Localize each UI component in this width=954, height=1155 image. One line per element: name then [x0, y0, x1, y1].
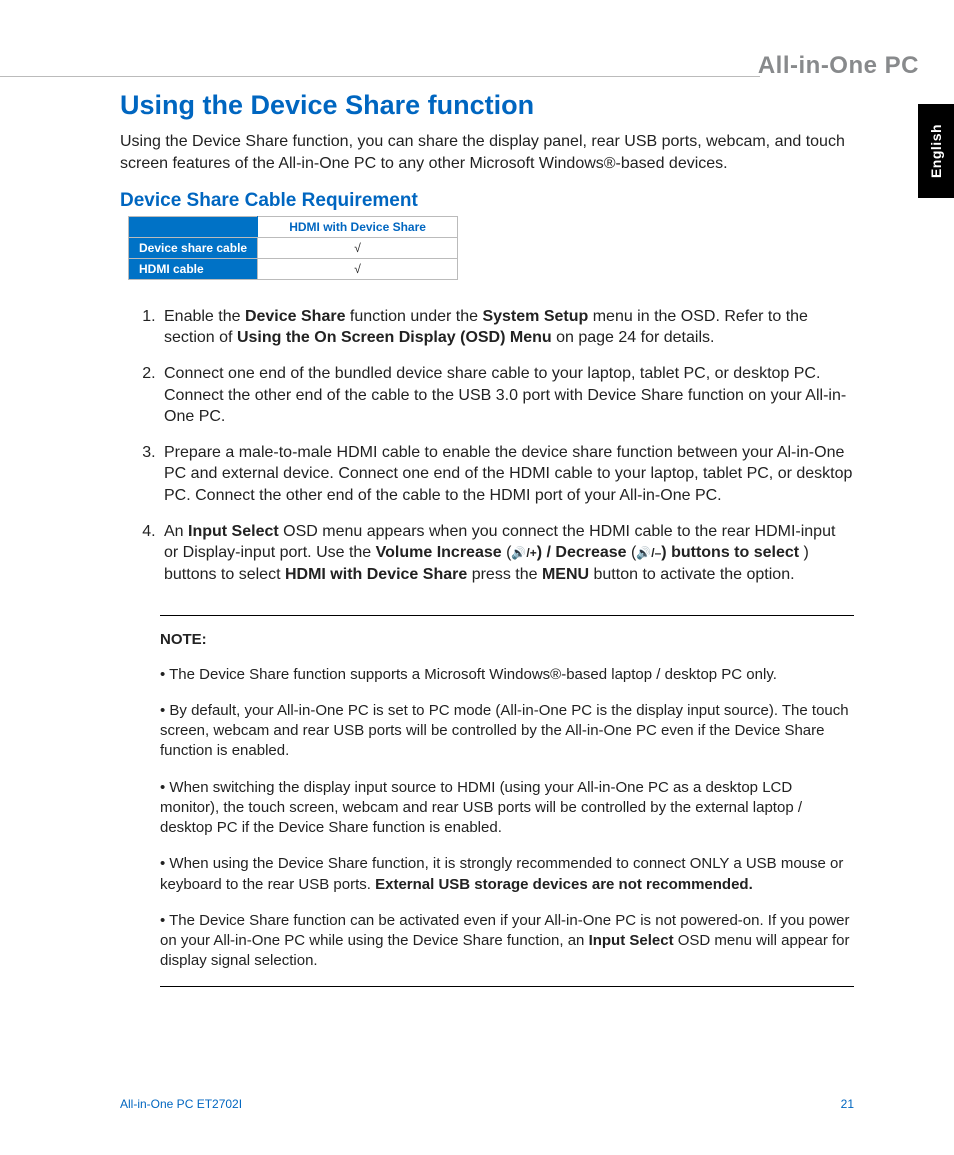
note-item: • When switching the display input sourc…: [160, 778, 854, 839]
step-text: (: [502, 544, 512, 561]
table-corner: [129, 216, 258, 237]
step-text: An: [164, 523, 188, 540]
note-item: • The Device Share function can be activ…: [160, 911, 854, 972]
step-text: ) /: [537, 544, 556, 561]
note-bold: External USB storage devices are not rec…: [375, 876, 753, 893]
step-bold: Volume Increase: [376, 544, 502, 561]
note-item: • The Device Share function supports a M…: [160, 665, 854, 685]
note-box: NOTE: • The Device Share function suppor…: [160, 615, 854, 986]
step-text: (: [627, 544, 637, 561]
language-label: English: [928, 124, 944, 178]
note-item: • By default, your All-in-One PC is set …: [160, 701, 854, 762]
intro-paragraph: Using the Device Share function, you can…: [120, 131, 854, 176]
volume-up-icon: 🔊/+: [511, 546, 536, 560]
volume-down-icon: 🔊/–: [636, 546, 661, 560]
step-bold: Device Share: [245, 308, 346, 325]
step-item: Prepare a male-to-male HDMI cable to ena…: [160, 442, 854, 507]
header-rule: [0, 76, 760, 77]
document-page: All-in-One PC English Using the Device S…: [0, 0, 954, 1155]
footer-page-number: 21: [841, 1097, 854, 1111]
section-heading: Using the Device Share function: [120, 90, 854, 121]
table-row: Device share cable √: [129, 237, 458, 258]
table-column-header: HDMI with Device Share: [258, 216, 458, 237]
step-text: ) buttons to select: [661, 544, 803, 561]
note-bold: Input Select: [589, 932, 674, 949]
page-footer: All-in-One PC ET2702I 21: [120, 1097, 854, 1111]
table-row: HDMI cable √: [129, 258, 458, 279]
table-cell: √: [258, 258, 458, 279]
step-bold: System Setup: [482, 308, 588, 325]
content-area: Using the Device Share function Using th…: [120, 90, 854, 987]
language-tab: English: [918, 104, 954, 198]
step-bold: Using the On Screen Display (OSD) Menu: [237, 329, 552, 346]
cable-requirement-table: HDMI with Device Share Device share cabl…: [128, 216, 458, 280]
table-row-label: HDMI cable: [129, 258, 258, 279]
note-item: • When using the Device Share function, …: [160, 854, 854, 895]
step-text: function under the: [345, 308, 482, 325]
table-row-label: Device share cable: [129, 237, 258, 258]
step-item: An Input Select OSD menu appears when yo…: [160, 521, 854, 586]
footer-model: All-in-One PC ET2702I: [120, 1097, 242, 1111]
step-item: Connect one end of the bundled device sh…: [160, 363, 854, 428]
product-brand: All-in-One PC: [758, 52, 919, 80]
steps-list: Enable the Device Share function under t…: [140, 306, 854, 586]
step-bold: Decrease: [555, 544, 626, 561]
step-text: on page 24 for details.: [552, 329, 715, 346]
step-bold: MENU: [542, 566, 589, 583]
note-label: NOTE:: [160, 630, 854, 650]
step-bold: Input Select: [188, 523, 279, 540]
step-text: Enable the: [164, 308, 245, 325]
step-item: Enable the Device Share function under t…: [160, 306, 854, 349]
subheading: Device Share Cable Requirement: [120, 190, 854, 212]
table-cell: √: [258, 237, 458, 258]
step-bold: HDMI with Device Share: [285, 566, 467, 583]
step-text: button to activate the option.: [589, 566, 794, 583]
step-text: press the: [467, 566, 542, 583]
